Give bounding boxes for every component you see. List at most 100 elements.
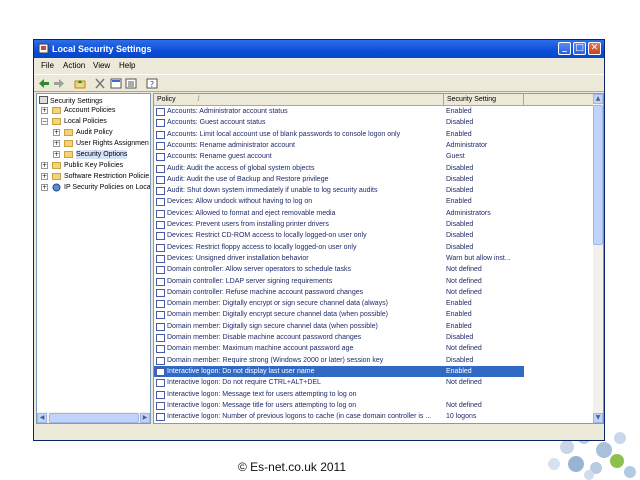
local-security-settings-window: Local Security Settings _ □ ✕ File Actio… (33, 39, 605, 441)
policy-row[interactable]: Accounts: Administrator account status En… (154, 106, 524, 117)
policy-row[interactable]: Devices: Restrict CD-ROM access to local… (154, 230, 524, 241)
tree-item-user-rights-assignment[interactable]: User Rights Assignmen (76, 139, 149, 148)
scroll-thumb[interactable] (593, 105, 603, 245)
policy-row[interactable]: Domain member: Digitally sign secure cha… (154, 321, 524, 332)
policy-row[interactable]: Domain controller: Allow server operator… (154, 264, 524, 275)
minimize-button[interactable]: _ (558, 42, 571, 55)
tree-horizontal-scrollbar[interactable]: ◀ ▶ (37, 412, 150, 423)
expander-public-key-policies[interactable]: + (41, 162, 48, 169)
policy-setting: Disabled (446, 175, 474, 183)
policy-row[interactable]: Accounts: Guest account status Disabled (154, 117, 524, 128)
tree-root-label: Security Settings (49, 98, 103, 105)
scroll-up-button[interactable]: ▲ (593, 94, 603, 104)
policy-icon (156, 187, 165, 196)
policy-setting: Disabled (446, 243, 474, 251)
expander-audit-policy[interactable]: + (53, 129, 60, 136)
tree-item-ip-security-policies[interactable]: IP Security Policies on Loca (64, 183, 150, 192)
policy-name: Interactive logon: Do not display last u… (167, 367, 315, 375)
forward-arrow-icon[interactable] (53, 78, 65, 89)
scroll-left-button[interactable]: ◀ (37, 413, 47, 423)
policy-row[interactable]: Audit: Audit the use of Backup and Resto… (154, 174, 524, 185)
policy-row[interactable]: Domain controller: Refuse machine accoun… (154, 287, 524, 298)
policy-row[interactable]: Domain controller: LDAP server signing r… (154, 276, 524, 287)
policy-icon (156, 221, 165, 229)
policy-setting: Disabled (446, 221, 474, 228)
up-folder-icon[interactable] (74, 78, 86, 89)
scroll-down-button[interactable]: ▼ (593, 413, 603, 423)
menu-view[interactable]: View (93, 61, 110, 70)
help-icon[interactable]: ? (146, 78, 158, 89)
tree-item-account-policies[interactable]: Account Policies (64, 106, 115, 115)
cut-icon[interactable] (94, 78, 106, 89)
expander-account-policies[interactable]: + (41, 107, 48, 114)
policy-name: Accounts: Limit local account use of bla… (167, 130, 401, 138)
column-header-filler (524, 94, 593, 106)
policy-icon (156, 401, 165, 410)
policy-row[interactable]: Accounts: Rename guest account Guest (154, 151, 524, 162)
policy-name: Domain member: Digitally sign secure cha… (167, 322, 378, 330)
policy-name: Domain controller: Refuse machine accoun… (167, 288, 364, 296)
column-policy-label: Policy (157, 96, 176, 103)
policy-row[interactable]: Devices: Unsigned driver installation be… (154, 253, 524, 264)
policy-row[interactable]: Interactive logon: Do not require CTRL+A… (154, 377, 524, 388)
title-bar[interactable]: Local Security Settings _ □ ✕ (34, 40, 604, 58)
svg-text:?: ? (150, 80, 154, 89)
policy-row[interactable]: Devices: Restrict floppy access to local… (154, 242, 524, 253)
tree-root[interactable]: Security Settings (39, 96, 102, 106)
policy-row[interactable]: Accounts: Limit local account use of bla… (154, 129, 524, 140)
expander-security-options[interactable]: + (53, 151, 60, 158)
policy-icon (156, 356, 165, 365)
expander-user-rights[interactable]: + (53, 140, 60, 147)
policy-row[interactable]: Interactive logon: Do not display last u… (154, 365, 524, 377)
policy-row[interactable]: Domain member: Maximum machine account p… (154, 343, 524, 354)
expander-ip-security[interactable]: + (41, 184, 48, 191)
column-header-policy[interactable]: Policy / (154, 94, 444, 106)
menu-file[interactable]: File (41, 61, 54, 70)
policy-icon (156, 300, 165, 309)
list-vertical-scrollbar[interactable]: ▲ ▼ (593, 94, 603, 423)
tree-item-security-options[interactable]: Security Options (76, 150, 128, 159)
policy-row[interactable]: Interactive logon: Message title for use… (154, 400, 524, 411)
folder-icon (64, 140, 73, 147)
policy-row[interactable]: Interactive logon: Number of previous lo… (154, 411, 524, 422)
policy-name: Interactive logon: Message title for use… (167, 401, 357, 409)
policy-icon (156, 311, 165, 320)
policy-icon (156, 277, 165, 286)
column-header-setting[interactable]: Security Setting (444, 94, 524, 106)
tree-item-audit-policy[interactable]: Audit Policy (76, 128, 113, 137)
policy-row[interactable]: Domain member: Require strong (Windows 2… (154, 355, 524, 366)
policy-name: Domain controller: Allow server operator… (167, 266, 352, 274)
close-button[interactable]: ✕ (588, 42, 601, 55)
tree-item-public-key-policies[interactable]: Public Key Policies (64, 161, 123, 170)
back-arrow-icon[interactable] (38, 78, 50, 89)
policy-icon (156, 288, 165, 297)
properties-icon[interactable] (110, 78, 122, 89)
policy-row[interactable]: Devices: Allowed to format and eject rem… (154, 208, 524, 219)
tree-item-local-policies[interactable]: Local Policies (64, 117, 107, 126)
policy-row[interactable]: Devices: Allow undock without having to … (154, 196, 524, 207)
policy-icon (156, 390, 165, 399)
policy-setting: Not defined (446, 288, 482, 296)
policy-setting: Disabled (446, 334, 474, 341)
tree-item-software-restriction-policies[interactable]: Software Restriction Policie (64, 172, 149, 181)
policy-name: Devices: Restrict floppy access to local… (167, 243, 357, 251)
policy-row[interactable]: Devices: Prevent users from installing p… (154, 219, 524, 230)
maximize-button[interactable]: □ (573, 42, 586, 55)
policy-row[interactable]: Audit: Shut down system immediately if u… (154, 185, 524, 196)
scroll-right-button[interactable]: ▶ (140, 413, 150, 423)
expander-local-policies[interactable]: − (41, 118, 48, 125)
export-list-icon[interactable] (125, 78, 137, 89)
policy-row[interactable]: Accounts: Rename administrator account Ad… (154, 140, 524, 151)
menu-help[interactable]: Help (119, 61, 135, 70)
policy-row[interactable]: Audit: Audit the access of global system… (154, 163, 524, 174)
policy-row[interactable]: Domain member: Digitally encrypt secure … (154, 309, 524, 320)
scroll-thumb[interactable] (49, 413, 139, 423)
policy-name: Accounts: Rename administrator account (167, 141, 296, 149)
policy-row[interactable]: Domain member: Digitally encrypt or sign… (154, 298, 524, 309)
menu-action[interactable]: Action (63, 61, 85, 70)
expander-software-restriction[interactable]: + (41, 173, 48, 180)
policy-row[interactable]: Interactive logon: Message text for user… (154, 389, 524, 400)
policy-row[interactable]: Domain member: Disable machine account p… (154, 332, 524, 343)
policy-name: Audit: Audit the access of global system… (167, 164, 315, 172)
policy-setting: Not defined (446, 379, 482, 387)
